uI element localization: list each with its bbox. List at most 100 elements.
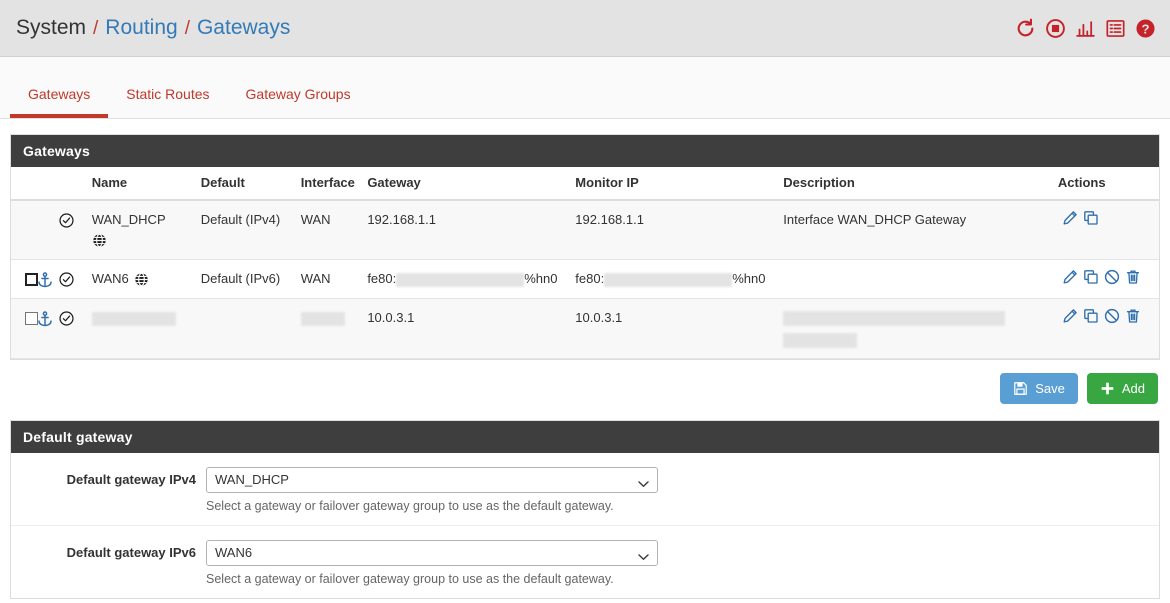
table-row[interactable]: WAN6 Default (IPv6) WAN fe80: %hn0 fe80:… [11, 259, 1159, 300]
default-gateway-ipv6-label: Default gateway IPv6 [66, 544, 196, 560]
table-row[interactable]: 10.0.3.1 10.0.3.1 [11, 298, 1159, 359]
row-description-cell: Interface WAN_DHCP Gateway [779, 200, 1054, 261]
header-name: Name [87, 167, 197, 201]
row-gateway-cell: 192.168.1.1 [363, 200, 572, 261]
header-interface: Interface [296, 167, 364, 201]
row-monitor-cell: fe80: %hn0 [571, 259, 780, 300]
gateways-table-body: WAN_DHCP Default (IPv4) WAN 192.168.1.1 … [11, 200, 1159, 359]
help-icon[interactable]: ? [1135, 18, 1156, 39]
chart-icon[interactable] [1075, 18, 1096, 39]
header-gateway: Gateway [363, 167, 572, 201]
default-gateway-panel-title: Default gateway [11, 420, 1159, 453]
row-anchor-cell [33, 259, 56, 300]
status-online-icon [59, 311, 74, 327]
add-button[interactable]: Add [1086, 372, 1158, 404]
row-name-cell [87, 298, 197, 359]
default-gateway-ipv4-select[interactable]: WAN_DHCP [206, 466, 658, 493]
edit-icon[interactable] [1062, 269, 1078, 285]
header-status [55, 167, 88, 201]
breadcrumb-link-gateways[interactable]: Gateways [197, 16, 290, 40]
status-online-icon [59, 213, 74, 228]
row-description-cell [779, 298, 1054, 359]
save-button[interactable]: Save [1000, 372, 1078, 404]
copy-icon[interactable] [1083, 269, 1099, 285]
header-anchor [33, 167, 56, 201]
chevron-down-icon [638, 549, 649, 561]
status-online-icon [59, 272, 74, 287]
row-actions-cell [1053, 200, 1159, 261]
disable-icon[interactable] [1104, 308, 1120, 324]
refresh-icon[interactable] [1015, 18, 1036, 39]
header-description: Description [779, 167, 1054, 201]
tab-bar: Gateways Static Routes Gateway Groups [0, 57, 1170, 119]
row-default-cell: Default (IPv4) [196, 200, 297, 261]
row-anchor-cell [33, 298, 56, 359]
row-monitor-cell: 10.0.3.1 [571, 298, 780, 359]
row-gateway-cell: 10.0.3.1 [363, 298, 572, 359]
gateway-action-buttons: Save Add [0, 372, 1158, 404]
monitor-address-suffix: %hn0 [732, 271, 766, 287]
anchor-icon [37, 311, 53, 327]
row-select-cell [11, 200, 34, 261]
gateways-table: Name Default Interface Gateway Monitor I… [11, 167, 1159, 359]
row-default-cell: Default (IPv6) [196, 259, 297, 300]
header-monitor-ip: Monitor IP [571, 167, 780, 201]
row-status-cell [55, 298, 88, 359]
header-select [11, 167, 34, 201]
header-icon-group: ? [1015, 18, 1156, 39]
gateways-panel: Gateways Name Default Interface Gateway … [10, 134, 1160, 360]
default-gateway-ipv6-row: Default gateway IPv6 WAN6 Select a gatew… [11, 526, 1159, 598]
delete-icon[interactable] [1125, 269, 1141, 285]
chevron-down-icon [638, 476, 649, 488]
header-default: Default [196, 167, 297, 201]
default-gateway-ipv4-label: Default gateway IPv4 [66, 471, 196, 487]
row-status-cell [55, 259, 88, 300]
edit-icon[interactable] [1062, 210, 1078, 226]
gateway-name: WAN6 [91, 271, 129, 287]
row-monitor-cell: 192.168.1.1 [571, 200, 780, 261]
breadcrumb-bar: System / Routing / Gateways ? [0, 0, 1170, 57]
monitor-address-redaction [604, 272, 733, 287]
disable-icon[interactable] [1104, 269, 1120, 285]
gateway-address-redaction [396, 272, 525, 287]
edit-icon[interactable] [1062, 308, 1078, 324]
row-anchor-cell [33, 200, 56, 261]
delete-icon[interactable] [1125, 308, 1141, 324]
gateway-name: WAN_DHCP [91, 212, 166, 227]
copy-icon[interactable] [1083, 308, 1099, 324]
row-checkbox[interactable] [25, 273, 38, 287]
default-gateway-ipv6-value: WAN6 [215, 545, 253, 561]
default-gateway-ipv6-select[interactable]: WAN6 [206, 539, 658, 566]
gateway-address-suffix: %hn0 [524, 271, 558, 287]
globe-icon [92, 233, 107, 248]
tab-static-routes[interactable]: Static Routes [108, 76, 227, 118]
add-button-label: Add [1121, 380, 1145, 396]
description-redaction-line1 [783, 311, 1006, 327]
table-row[interactable]: WAN_DHCP Default (IPv4) WAN 192.168.1.1 … [11, 200, 1159, 261]
anchor-icon [37, 272, 53, 288]
header-actions: Actions [1053, 167, 1159, 201]
default-gateway-ipv4-row: Default gateway IPv4 WAN_DHCP Select a g… [11, 453, 1159, 526]
tab-gateway-groups[interactable]: Gateway Groups [228, 76, 369, 118]
row-select-cell[interactable] [11, 298, 38, 359]
breadcrumb-link-routing[interactable]: Routing [105, 16, 177, 40]
row-checkbox[interactable] [25, 312, 38, 326]
default-gateway-ipv6-help: Select a gateway or failover gateway gro… [206, 571, 614, 586]
description-redaction-line2 [783, 332, 858, 348]
breadcrumb-separator-2: / [184, 18, 190, 39]
save-button-label: Save [1035, 380, 1065, 396]
row-default-cell [196, 298, 297, 359]
tab-gateways[interactable]: Gateways [10, 76, 109, 118]
breadcrumb: System / Routing / Gateways [16, 16, 290, 40]
row-interface-cell: WAN [296, 200, 364, 261]
default-gateway-ipv4-value: WAN_DHCP [215, 472, 289, 488]
stop-icon[interactable] [1045, 18, 1066, 39]
copy-icon[interactable] [1083, 210, 1099, 226]
row-status-cell [55, 200, 88, 261]
gateway-address-prefix: fe80: [367, 271, 397, 287]
interface-redaction [300, 311, 345, 326]
row-select-cell[interactable] [11, 259, 38, 300]
row-actions-cell [1053, 298, 1159, 359]
row-name-cell: WAN_DHCP [87, 200, 197, 261]
list-icon[interactable] [1105, 18, 1126, 39]
